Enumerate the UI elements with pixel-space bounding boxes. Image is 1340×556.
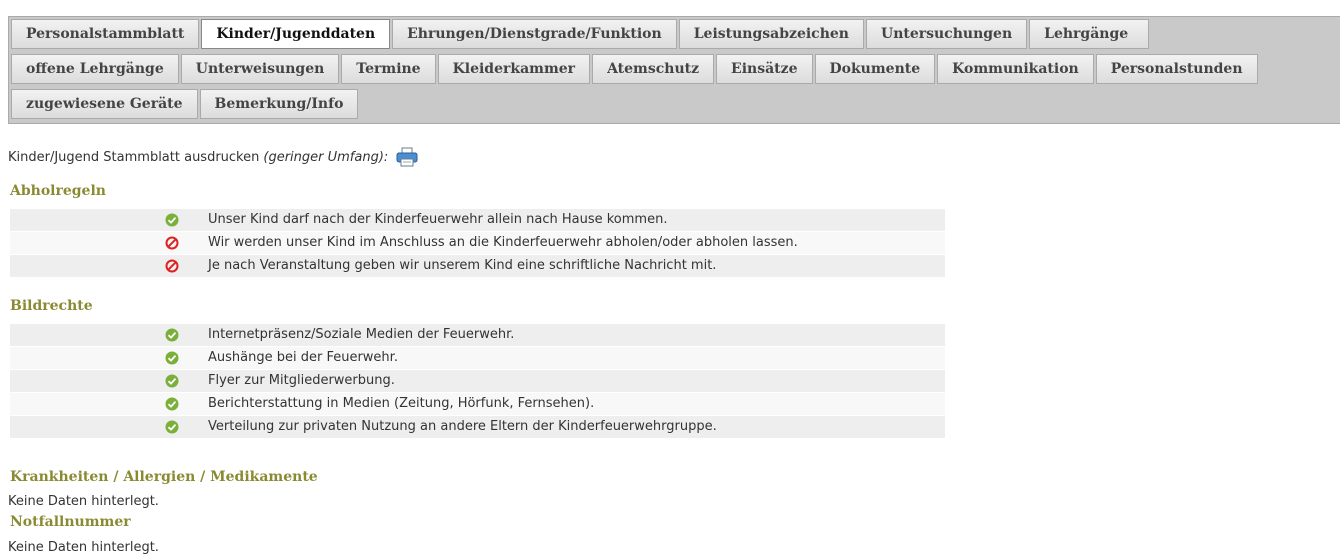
list-item: Unser Kind darf nach der Kinderfeuerwehr… (10, 209, 945, 231)
top-bar (0, 0, 1340, 8)
item-text: Internetpräsenz/Soziale Medien der Feuer… (208, 327, 515, 342)
tab-zugewiesene-geraete[interactable]: zugewiesene Geräte (11, 89, 198, 119)
tab-row-1: Personalstammblatt Kinder/Jugenddaten Eh… (11, 19, 1151, 49)
item-text: Aushänge bei der Feuerwehr. (208, 350, 398, 365)
tab-untersuchungen[interactable]: Untersuchungen (865, 19, 1028, 49)
tab-leistungsabzeichen[interactable]: Leistungsabzeichen (678, 19, 864, 49)
item-text: Flyer zur Mitgliederwerbung. (208, 373, 395, 388)
item-text: Berichterstattung in Medien (Zeitung, Hö… (208, 396, 595, 411)
check-icon (165, 374, 179, 388)
item-text: Je nach Veranstaltung geben wir unserem … (208, 258, 717, 273)
list-item: Verteilung zur privaten Nutzung an ander… (10, 416, 945, 438)
tab-kinder-jugenddaten[interactable]: Kinder/Jugenddaten (201, 19, 391, 49)
tab-personalstunden[interactable]: Personalstunden (1095, 54, 1258, 84)
section-abholregeln-title: Abholregeln (10, 183, 106, 199)
list-item: Internetpräsenz/Soziale Medien der Feuer… (10, 324, 945, 346)
tab-bar: Personalstammblatt Kinder/Jugenddaten Eh… (8, 16, 1340, 124)
notfall-value: Keine Daten hinterlegt. (8, 540, 159, 555)
list-item: Je nach Veranstaltung geben wir unserem … (10, 255, 945, 277)
tab-row-3: zugewiesene Geräte Bemerkung/Info (11, 89, 360, 119)
tab-termine[interactable]: Termine (341, 54, 436, 84)
check-icon (165, 397, 179, 411)
tab-kommunikation[interactable]: Kommunikation (937, 54, 1094, 84)
list-item: Berichterstattung in Medien (Zeitung, Hö… (10, 393, 945, 415)
tab-personalstammblatt[interactable]: Personalstammblatt (11, 19, 200, 49)
section-krankheiten-title: Krankheiten / Allergien / Medikamente (10, 469, 318, 485)
tab-einsaetze[interactable]: Einsätze (716, 54, 813, 84)
tab-lehrgaenge[interactable]: Lehrgänge (1029, 19, 1150, 49)
tab-unterweisungen[interactable]: Unterweisungen (180, 54, 340, 84)
tab-bemerkung-info[interactable]: Bemerkung/Info (199, 89, 359, 119)
printer-icon[interactable] (396, 147, 418, 167)
section-bildrechte-title: Bildrechte (10, 298, 93, 314)
item-text: Verteilung zur privaten Nutzung an ander… (208, 419, 717, 434)
tab-dokumente[interactable]: Dokumente (814, 54, 936, 84)
krankheiten-value: Keine Daten hinterlegt. (8, 494, 159, 509)
item-text: Wir werden unser Kind im Anschluss an di… (208, 235, 798, 250)
print-label: Kinder/Jugend Stammblatt ausdrucken (8, 149, 260, 165)
check-icon (165, 328, 179, 342)
print-line: Kinder/Jugend Stammblatt ausdrucken (ger… (8, 147, 418, 167)
section-notfall-title: Notfallnummer (10, 514, 131, 530)
tab-atemschutz[interactable]: Atemschutz (592, 54, 715, 84)
no-icon (165, 259, 179, 273)
list-item: Wir werden unser Kind im Anschluss an di… (10, 232, 945, 254)
check-icon (165, 213, 179, 227)
tab-kleiderkammer[interactable]: Kleiderkammer (437, 54, 591, 84)
check-icon (165, 420, 179, 434)
list-item: Aushänge bei der Feuerwehr. (10, 347, 945, 369)
print-hint: (geringer Umfang): (263, 149, 389, 165)
tab-row-2: offene Lehrgänge Unterweisungen Termine … (11, 54, 1260, 84)
tab-offene-lehrgaenge[interactable]: offene Lehrgänge (11, 54, 179, 84)
tab-ehrungen[interactable]: Ehrungen/Dienstgrade/Funktion (392, 19, 677, 49)
check-icon (165, 351, 179, 365)
no-icon (165, 236, 179, 250)
list-item: Flyer zur Mitgliederwerbung. (10, 370, 945, 392)
item-text: Unser Kind darf nach der Kinderfeuerwehr… (208, 212, 668, 227)
